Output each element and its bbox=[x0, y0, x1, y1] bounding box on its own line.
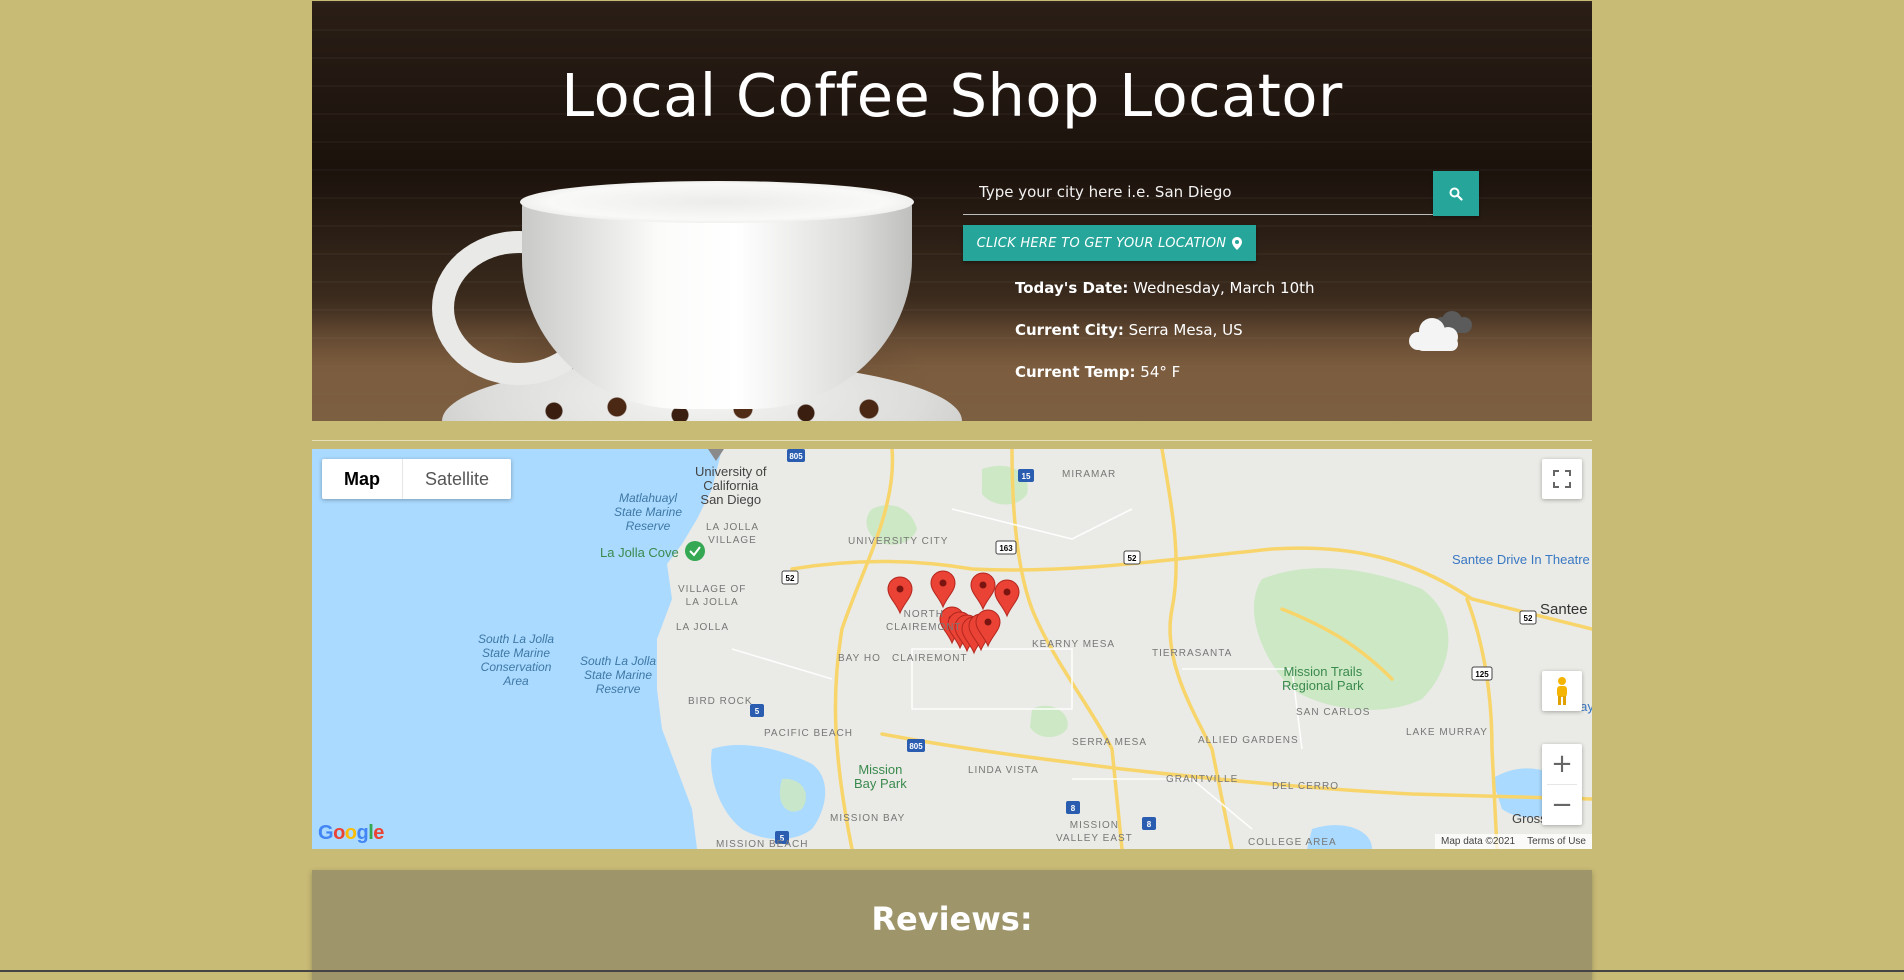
map-attribution: Map data ©2021 Terms of Use bbox=[1435, 834, 1592, 849]
label-la-jolla-cove: La Jolla Cove bbox=[600, 545, 679, 560]
svg-text:5: 5 bbox=[755, 707, 760, 716]
map-data-credit: Map data ©2021 bbox=[1441, 836, 1516, 847]
label-bay-ho: BAY HO bbox=[838, 653, 881, 664]
svg-text:8: 8 bbox=[1071, 804, 1076, 813]
label-ucsd: University of California San Diego bbox=[695, 464, 767, 507]
svg-text:15: 15 bbox=[1022, 472, 1031, 481]
map-tab-map[interactable]: Map bbox=[322, 459, 402, 499]
label-south-la-jolla-conservation: South La Jolla State Marine Conservation Ar… bbox=[478, 632, 555, 688]
section-divider bbox=[312, 440, 1592, 441]
label-santee-drive-in: Santee Drive In Theatre bbox=[1452, 552, 1590, 567]
highway-shield: 805 bbox=[787, 449, 805, 462]
label-grantville: GRANTVILLE bbox=[1166, 774, 1239, 785]
svg-text:125: 125 bbox=[1475, 670, 1489, 679]
label-san-carlos: SAN CARLOS bbox=[1296, 707, 1371, 718]
terms-of-use-link[interactable]: Terms of Use bbox=[1527, 836, 1586, 847]
city-value: Serra Mesa, US bbox=[1128, 321, 1243, 339]
label-village-of-la-jolla: VILLAGE OF LA JOLLA bbox=[678, 584, 747, 608]
label-university-city: UNIVERSITY CITY bbox=[848, 536, 949, 547]
current-temp: Current Temp: 54° F bbox=[1015, 363, 1180, 381]
svg-text:52: 52 bbox=[1128, 554, 1137, 563]
search-button[interactable] bbox=[1433, 171, 1479, 216]
zoom-control: + − bbox=[1542, 744, 1582, 825]
highway-shield: 52 bbox=[781, 570, 799, 585]
label-linda-vista: LINDA VISTA bbox=[968, 765, 1039, 776]
label-college-area: COLLEGE AREA bbox=[1248, 837, 1337, 848]
date-label: Today's Date: bbox=[1015, 279, 1129, 297]
highway-shield: 163 bbox=[995, 540, 1017, 555]
svg-text:163: 163 bbox=[999, 544, 1013, 553]
svg-text:805: 805 bbox=[789, 452, 803, 461]
coffee-cup-image bbox=[402, 141, 962, 421]
highway-shield: 15 bbox=[1018, 469, 1034, 482]
label-north-clairemont: NORTH CLAIREMONT bbox=[886, 609, 962, 633]
label-del-cerro: DEL CERRO bbox=[1272, 781, 1339, 792]
page-title: Local Coffee Shop Locator bbox=[561, 61, 1343, 130]
label-la-jolla: LA JOLLA bbox=[676, 622, 730, 633]
highway-shield: 52 bbox=[1519, 610, 1537, 625]
label-south-la-jolla-reserve: South La Jolla State Marine Reserve bbox=[580, 654, 657, 696]
label-mission-bay: MISSION BAY bbox=[830, 813, 906, 824]
label-matlahuayl: Matlahuayl State Marine Reserve bbox=[614, 491, 683, 533]
svg-text:52: 52 bbox=[786, 574, 795, 583]
get-location-button[interactable]: CLICK HERE TO GET YOUR LOCATION bbox=[963, 225, 1256, 261]
highway-shield: 125 bbox=[1471, 666, 1493, 681]
highway-shield: 8 bbox=[1142, 817, 1156, 830]
map-tab-satellite[interactable]: Satellite bbox=[402, 459, 511, 499]
google-logo: Google bbox=[318, 822, 384, 844]
current-city: Current City: Serra Mesa, US bbox=[1015, 321, 1243, 339]
date-value: Wednesday, March 10th bbox=[1133, 279, 1315, 297]
label-clairemont: CLAIREMONT bbox=[892, 653, 968, 664]
get-location-label: CLICK HERE TO GET YOUR LOCATION bbox=[976, 235, 1227, 251]
reviews-title: Reviews: bbox=[871, 900, 1033, 938]
label-mission-trails: Mission Trails Regional Park bbox=[1282, 664, 1364, 693]
map-marker-icon bbox=[1232, 236, 1243, 250]
label-la-jolla-village: LA JOLLA VILLAGE bbox=[706, 522, 760, 546]
search-icon bbox=[1449, 187, 1463, 201]
label-allied-gardens: ALLIED GARDENS bbox=[1198, 735, 1299, 746]
temp-value: 54° F bbox=[1140, 363, 1181, 381]
label-kearny-mesa: KEARNY MESA bbox=[1032, 639, 1116, 650]
label-miramar: MIRAMAR bbox=[1062, 469, 1117, 480]
label-lake-murray: LAKE MURRAY bbox=[1406, 727, 1488, 738]
hero-banner: Local Coffee Shop Locator CLICK HERE TO … bbox=[312, 1, 1592, 421]
svg-text:805: 805 bbox=[909, 742, 923, 751]
fullscreen-button[interactable] bbox=[1542, 459, 1582, 499]
label-tierrasanta: TIERRASANTA bbox=[1152, 648, 1233, 659]
zoom-out-button[interactable]: − bbox=[1542, 785, 1582, 825]
reviews-section: Reviews: bbox=[312, 870, 1592, 980]
la-jolla-cove-pin bbox=[685, 541, 705, 561]
city-label: Current City: bbox=[1015, 321, 1124, 339]
label-mission-beach: MISSION BEACH bbox=[716, 839, 809, 849]
label-serra-mesa: SERRA MESA bbox=[1072, 737, 1148, 748]
svg-text:52: 52 bbox=[1524, 614, 1533, 623]
zoom-in-button[interactable]: + bbox=[1542, 744, 1582, 784]
label-bird-rock: BIRD ROCK bbox=[688, 696, 753, 707]
highway-shield: 8 bbox=[1066, 801, 1080, 814]
street-view-button[interactable] bbox=[1542, 671, 1582, 711]
temp-label: Current Temp: bbox=[1015, 363, 1136, 381]
svg-text:8: 8 bbox=[1147, 820, 1152, 829]
map-type-control: Map Satellite bbox=[322, 459, 512, 499]
label-pacific-beach: PACIFIC BEACH bbox=[764, 728, 853, 739]
label-mission-valley-east: MISSION VALLEY EAST bbox=[1056, 820, 1133, 844]
google-map[interactable]: 805 15 163 52 52 52 125 5 805 5 8 8 Univ… bbox=[312, 449, 1592, 849]
pegman-icon bbox=[1557, 677, 1567, 705]
fullscreen-icon bbox=[1553, 470, 1571, 488]
label-mission-bay-park: Mission Bay Park bbox=[854, 762, 907, 791]
todays-date: Today's Date: Wednesday, March 10th bbox=[1015, 279, 1315, 297]
label-santee: Santee bbox=[1540, 601, 1588, 618]
highway-shield: 52 bbox=[1123, 550, 1141, 565]
highway-shield: 805 bbox=[907, 739, 925, 752]
cloudy-night-icon bbox=[1409, 311, 1472, 351]
city-search-input[interactable] bbox=[963, 169, 1433, 215]
